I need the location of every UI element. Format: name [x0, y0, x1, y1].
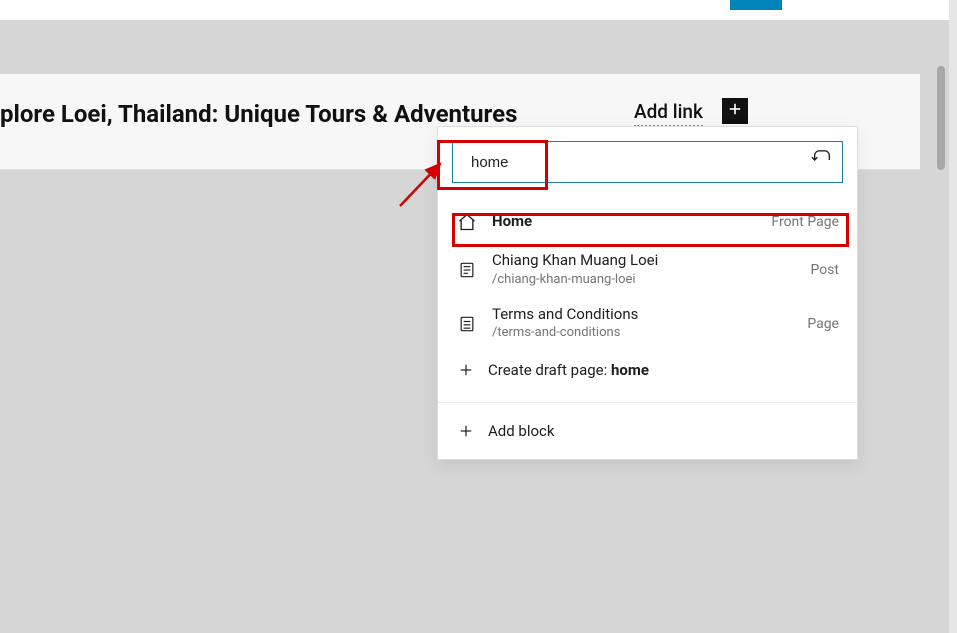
- result-type: Post: [810, 262, 839, 278]
- scrollbar-track[interactable]: [949, 0, 957, 633]
- create-draft-page-button[interactable]: Create draft page: home: [438, 350, 857, 396]
- result-body: Home: [492, 212, 757, 232]
- submit-link-icon[interactable]: [811, 149, 833, 175]
- link-search-field-wrap: [452, 141, 843, 183]
- add-navigation-item-button[interactable]: [722, 98, 748, 124]
- add-block-button[interactable]: Add block: [438, 403, 857, 459]
- site-title-text: plore Loei, Thailand: Unique Tours & Adv…: [0, 100, 517, 128]
- scrollbar-thumb[interactable]: [937, 66, 945, 170]
- result-body: Terms and Conditions /terms-and-conditio…: [492, 305, 793, 343]
- add-block-label: Add block: [488, 422, 555, 440]
- result-type: Front Page: [771, 214, 839, 230]
- editor-viewport: plore Loei, Thailand: Unique Tours & Adv…: [0, 0, 957, 633]
- add-link-label[interactable]: Add link: [634, 100, 703, 127]
- page-icon: [456, 314, 478, 334]
- gray-band: [0, 20, 949, 74]
- link-search-input[interactable]: [452, 141, 843, 183]
- plus-icon: [726, 100, 744, 122]
- link-result-post[interactable]: Chiang Khan Muang Loei /chiang-khan-muan…: [438, 243, 857, 297]
- result-title: Chiang Khan Muang Loei: [492, 251, 796, 271]
- post-icon: [456, 260, 478, 280]
- result-body: Chiang Khan Muang Loei /chiang-khan-muan…: [492, 251, 796, 289]
- result-slug: /chiang-khan-muang-loei: [492, 271, 796, 289]
- result-type: Page: [807, 316, 839, 332]
- result-title: Home: [492, 212, 757, 232]
- create-draft-label: Create draft page: home: [488, 361, 649, 379]
- plus-icon: [456, 360, 476, 380]
- result-title: Terms and Conditions: [492, 305, 793, 325]
- link-result-page[interactable]: Terms and Conditions /terms-and-conditio…: [438, 297, 857, 351]
- publish-button-edge[interactable]: [730, 0, 782, 10]
- top-bar: [0, 0, 949, 20]
- plus-icon: [456, 421, 476, 441]
- home-icon: [456, 212, 478, 232]
- link-search-popover: Home Front Page Chiang Khan Muang Loei /…: [437, 126, 858, 460]
- link-result-home[interactable]: Home Front Page: [438, 201, 857, 243]
- result-slug: /terms-and-conditions: [492, 324, 793, 342]
